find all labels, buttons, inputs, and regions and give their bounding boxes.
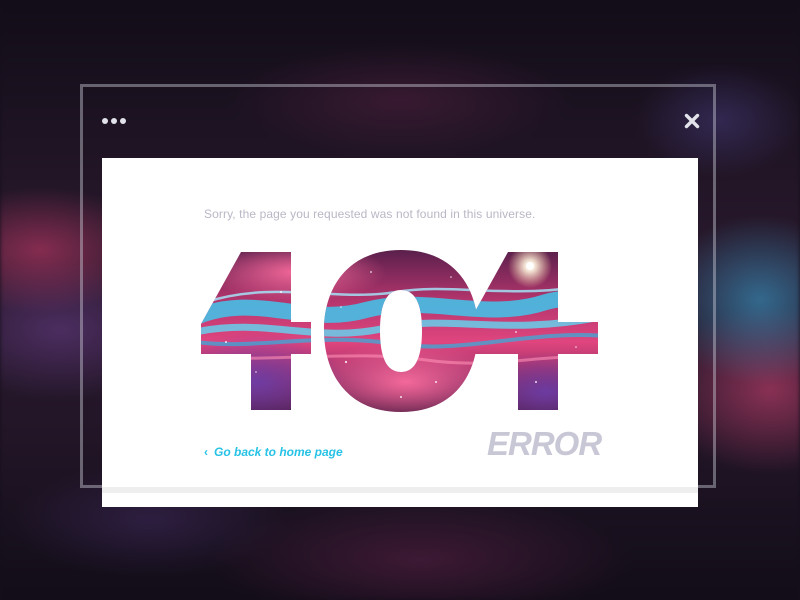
more-dots-icon[interactable] bbox=[102, 116, 126, 126]
dot bbox=[102, 118, 108, 124]
error-code-404 bbox=[201, 250, 598, 412]
back-to-home-link[interactable]: ‹ Go back to home page bbox=[204, 445, 343, 459]
error-label: ERROR bbox=[487, 425, 602, 462]
not-found-message: Sorry, the page you requested was not fo… bbox=[204, 207, 536, 221]
chevron-left-icon: ‹ bbox=[204, 445, 208, 459]
dot bbox=[120, 118, 126, 124]
card-divider bbox=[102, 487, 698, 493]
dot bbox=[111, 118, 117, 124]
back-link-label: Go back to home page bbox=[214, 445, 343, 459]
close-icon[interactable] bbox=[684, 113, 700, 129]
